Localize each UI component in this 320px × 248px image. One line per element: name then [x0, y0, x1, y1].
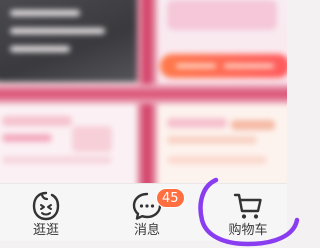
tab-guangguang-label: 逛逛	[32, 223, 59, 238]
tab-cart-label: 购物车	[228, 223, 268, 238]
shopping-cart-icon	[232, 190, 264, 226]
bottom-tab-bar: 逛逛 45 消息 购物车	[0, 183, 287, 241]
tab-messages[interactable]: 45 消息	[112, 184, 185, 242]
tab-guangguang[interactable]: 逛逛	[11, 184, 81, 242]
product-card-bottom-left[interactable]	[0, 104, 137, 183]
tab-messages-label: 消息	[133, 223, 160, 238]
tab-cart[interactable]: 购物车	[213, 184, 283, 242]
divider-band-horizontal	[0, 84, 287, 104]
promo-pill-banner[interactable]	[160, 54, 287, 78]
product-card-dark[interactable]	[0, 0, 142, 82]
unread-messages-badge: 45	[156, 188, 185, 208]
guangguang-face-icon	[31, 190, 61, 226]
product-card-bottom-right[interactable]	[157, 104, 287, 183]
content-feed-background	[0, 0, 287, 183]
